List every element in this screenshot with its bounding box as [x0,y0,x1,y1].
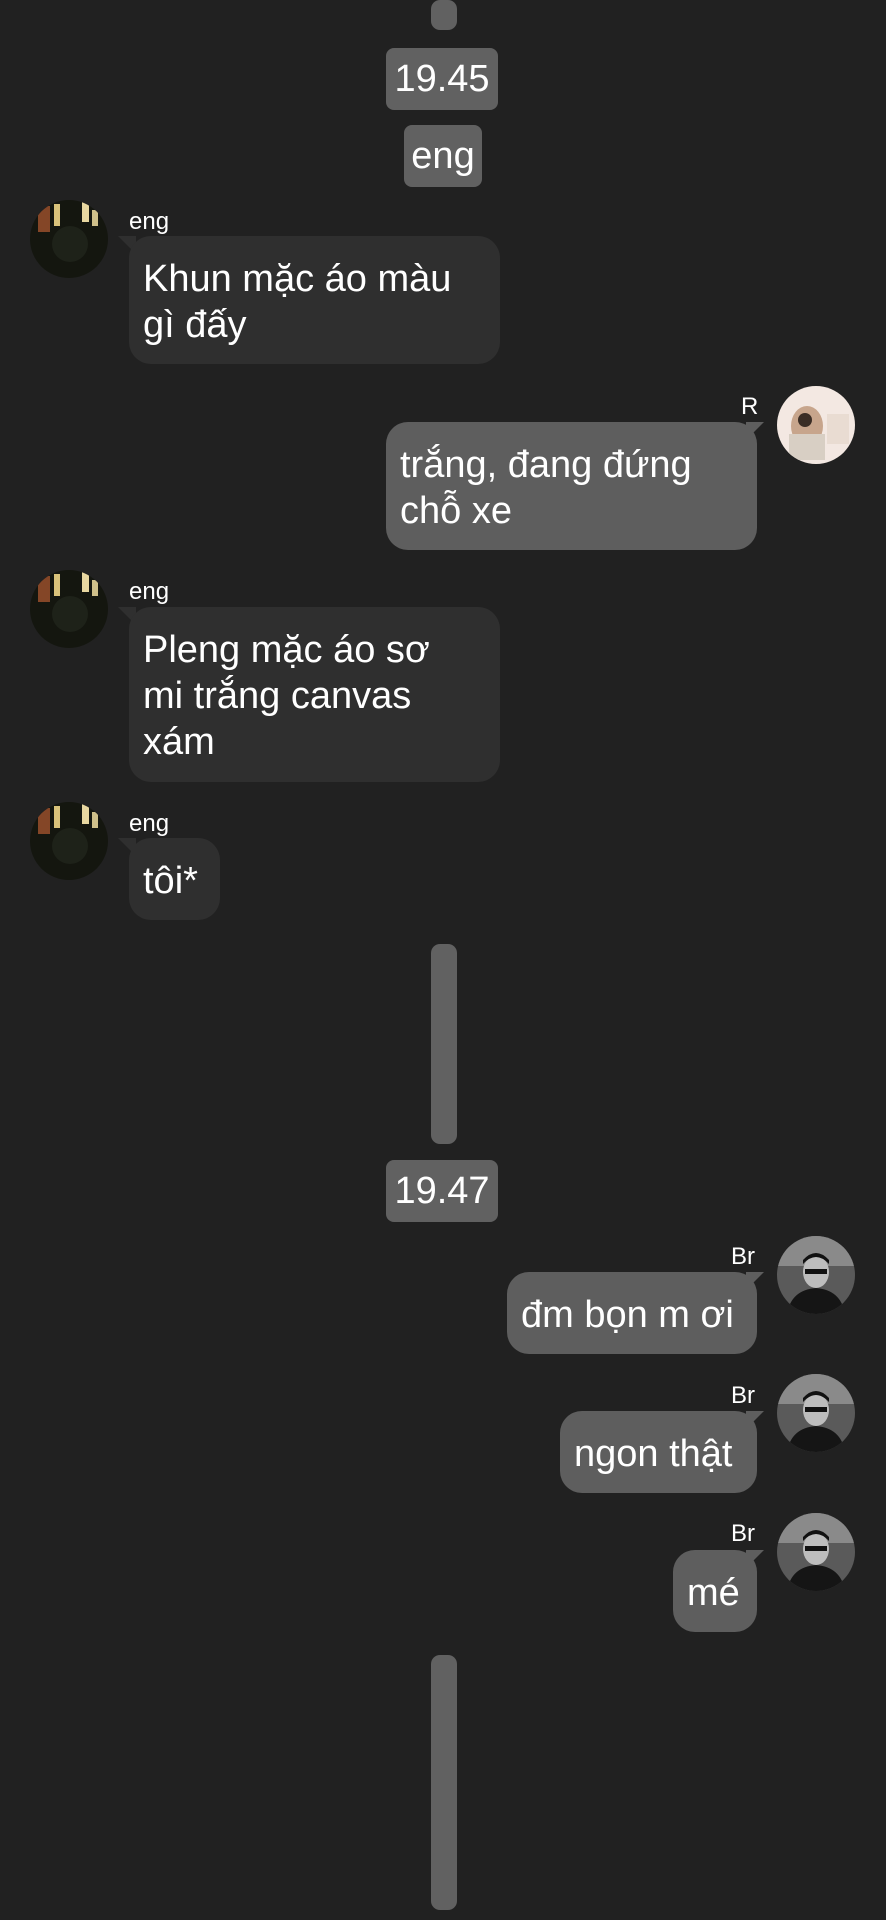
sender-name: eng [129,208,170,235]
sender-name: Br [731,1243,755,1270]
dark-photo-avatar-icon[interactable] [30,570,108,648]
message-bubble[interactable]: ngon thật [560,1411,757,1493]
timestamp-chip: 19.45 [386,48,498,110]
bw-photo-avatar-icon[interactable] [777,1236,855,1314]
message-bubble[interactable]: Khun mặc áo màu gì đấy [129,236,500,364]
sender-name: eng [129,578,170,605]
message-bubble[interactable]: đm bọn m ơi [507,1272,757,1354]
message-bubble[interactable]: mé [673,1550,757,1632]
bw-photo-avatar-icon[interactable] [777,1513,855,1591]
thread-connector-middle [431,944,457,1144]
group-label-chip: eng [404,125,482,187]
sender-name: Br [731,1382,755,1409]
message-bubble[interactable]: trắng, đang đứng chỗ xe [386,422,757,550]
bw-photo-avatar-icon[interactable] [777,1374,855,1452]
sender-name: R [741,393,759,420]
message-bubble[interactable]: tôi* [129,838,220,920]
sender-name: eng [129,810,170,837]
light-photo-avatar-icon[interactable] [777,386,855,464]
message-bubble[interactable]: Pleng mặc áo sơ mi trắng canvas xám [129,607,500,782]
timestamp-chip: 19.47 [386,1160,498,1222]
sender-name: Br [731,1520,755,1547]
dark-photo-avatar-icon[interactable] [30,802,108,880]
thread-connector-bottom [431,1655,457,1910]
thread-connector-top [431,0,457,30]
dark-photo-avatar-icon[interactable] [30,200,108,278]
